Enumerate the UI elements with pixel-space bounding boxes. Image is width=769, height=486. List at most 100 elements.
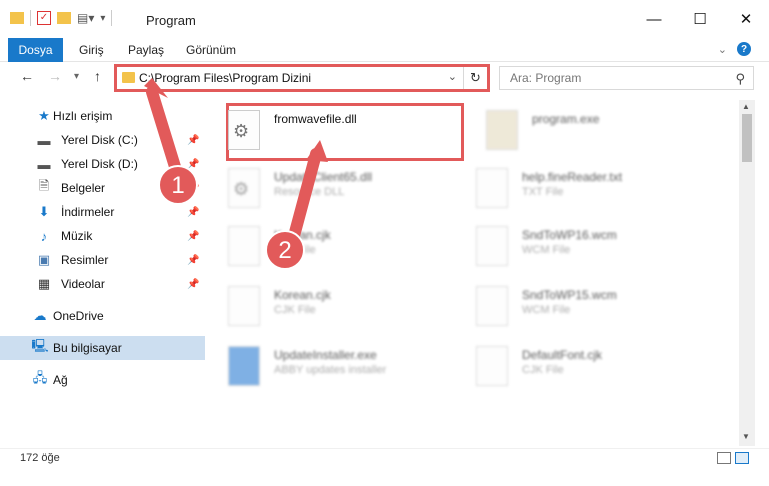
search-input[interactable]: Ara: Program (510, 71, 581, 85)
exe-file-icon (486, 110, 518, 150)
sidebar-item-label: Müzik (61, 229, 93, 243)
file-type: WCM File (522, 244, 571, 256)
download-icon: ⬇ (38, 204, 50, 219)
customize-dropdown-icon[interactable]: ▾ (100, 13, 105, 24)
pin-icon[interactable]: 📌 (187, 183, 199, 194)
properties-icon[interactable]: ✓ (37, 11, 51, 25)
file-name: Korean.cjk (274, 228, 331, 242)
details-view-icon[interactable] (717, 452, 731, 464)
file-name: SndToWP15.wcm (522, 288, 617, 302)
separator (111, 10, 113, 26)
installer-icon (228, 346, 260, 386)
sidebar-item-documents[interactable]: 🗎 Belgeler 📌 (0, 176, 205, 200)
close-button[interactable]: ✕ (723, 0, 769, 38)
file-type: CJK File (274, 304, 316, 316)
navigation-pane: ★ Hızlı erişim ▬ Yerel Disk (C:) 📌 ▬ Yer… (0, 100, 205, 442)
computer-icon: 🖳 (31, 338, 49, 353)
sidebar-item-this-pc[interactable]: 🖳 Bu bilgisayar (0, 336, 205, 360)
tab-home[interactable]: Giriş (79, 38, 104, 62)
large-icons-view-icon[interactable] (735, 452, 749, 464)
file-name: UpdateClient65.dll (274, 170, 373, 184)
file-name: fromwavefile.dll (274, 112, 357, 126)
sidebar-item-label: Resimler (61, 253, 109, 267)
file-type: CJK File (274, 244, 316, 256)
file-icon (228, 286, 260, 326)
item-count: 172 öğe (20, 452, 60, 464)
maximize-button[interactable]: ☐ (677, 0, 723, 38)
sidebar-item-label: Yerel Disk (C:) (61, 133, 138, 147)
file-item[interactable]: Korean.cjk CJK File (210, 280, 450, 334)
file-item[interactable]: SndToWP15.wcm WCM File (458, 280, 698, 334)
sidebar-item-music[interactable]: ♪ Müzik 📌 (0, 224, 205, 248)
file-item[interactable]: UpdateInstaller.exe ABBY updates install… (210, 340, 450, 394)
cloud-icon: ☁ (33, 308, 47, 323)
sidebar-item-label: OneDrive (53, 309, 104, 323)
file-list: fromwavefile.dll program.exe UpdateClien… (210, 100, 738, 442)
file-name: help.fineReader.txt (522, 170, 623, 184)
file-item[interactable]: UpdateClient65.dll Resource DLL (210, 162, 450, 216)
window-title: Program (146, 13, 196, 28)
sidebar-item-pictures[interactable]: ▣ Resimler 📌 (0, 248, 205, 272)
network-icon: 🖧 (32, 370, 48, 385)
sidebar-item-onedrive[interactable]: ☁ OneDrive (0, 304, 205, 328)
file-type: TXT File (522, 186, 564, 198)
document-icon: 🗎 (38, 178, 50, 193)
pin-icon[interactable]: 📌 (187, 279, 199, 290)
view-switcher (717, 452, 749, 464)
sidebar-item-downloads[interactable]: ⬇ İndirmeler 📌 (0, 200, 205, 224)
file-type: ABBY updates installer (274, 364, 387, 376)
video-icon: ▦ (37, 276, 51, 291)
pin-icon[interactable]: 📌 (187, 207, 199, 218)
sidebar-item-label: Hızlı erişim (53, 109, 113, 123)
tab-share[interactable]: Paylaş (128, 38, 164, 62)
sidebar-item-label: Belgeler (61, 181, 106, 195)
sidebar-item-videos[interactable]: ▦ Videolar 📌 (0, 272, 205, 296)
sidebar-item-label: İndirmeler (61, 205, 115, 219)
file-item[interactable]: Korean.cjk CJK File (210, 220, 450, 274)
sidebar-item-local-disk-d[interactable]: ▬ Yerel Disk (D:) 📌 (0, 152, 205, 176)
file-item[interactable]: program.exe (468, 104, 708, 158)
tab-file[interactable]: Dosya (8, 38, 63, 62)
picture-icon: ▣ (37, 252, 51, 267)
address-highlight-box (114, 64, 490, 92)
scroll-up-icon[interactable]: ▲ (742, 102, 750, 111)
sidebar-item-quick-access[interactable]: ★ Hızlı erişim (0, 104, 205, 128)
tab-view[interactable]: Görünüm (186, 38, 236, 62)
file-item-fromwavefile-dll[interactable]: fromwavefile.dll (210, 104, 450, 158)
file-name: DefaultFont.cjk (522, 348, 603, 362)
pin-icon[interactable]: 📌 (187, 135, 199, 146)
window-controls: — ☐ ✕ (631, 0, 769, 38)
file-item[interactable]: help.fineReader.txt TXT File (458, 162, 698, 216)
dll-file-icon (228, 110, 260, 150)
separator (30, 10, 31, 26)
ribbon-controls: ⌄ ? (718, 42, 751, 56)
expand-ribbon-icon[interactable]: ⌄ (718, 43, 727, 56)
up-arrow-icon[interactable]: ↑ (94, 68, 101, 84)
disk-icon: ▬ (37, 156, 51, 172)
recent-locations-icon[interactable]: ▾ (74, 71, 79, 82)
search-box[interactable]: Ara: Program ⚲ (499, 66, 754, 90)
file-type: CJK File (522, 364, 564, 376)
new-folder-icon[interactable] (57, 12, 71, 24)
disk-icon: ▬ (37, 132, 51, 148)
sidebar-item-network[interactable]: 🖧 Ağ (0, 368, 205, 392)
file-name: SndToWP16.wcm (522, 228, 617, 242)
view-options-icon[interactable]: ▤▾ (77, 11, 94, 25)
back-arrow-icon[interactable]: ← (20, 68, 34, 84)
file-item[interactable]: SndToWP16.wcm WCM File (458, 220, 698, 274)
pin-icon[interactable]: 📌 (187, 255, 199, 266)
sidebar-item-local-disk-c[interactable]: ▬ Yerel Disk (C:) 📌 (0, 128, 205, 152)
file-item[interactable]: DefaultFont.cjk CJK File (458, 340, 698, 394)
file-type: WCM File (522, 304, 571, 316)
vertical-scrollbar[interactable]: ▲ ▼ (739, 100, 755, 446)
file-icon (228, 226, 260, 266)
help-icon[interactable]: ? (737, 42, 751, 56)
scroll-thumb[interactable] (742, 114, 752, 162)
minimize-button[interactable]: — (631, 0, 677, 38)
pin-icon[interactable]: 📌 (187, 231, 199, 242)
search-icon[interactable]: ⚲ (735, 71, 745, 87)
pin-icon[interactable]: 📌 (187, 159, 199, 170)
scroll-down-icon[interactable]: ▼ (742, 432, 750, 441)
forward-arrow-icon[interactable]: → (48, 68, 62, 84)
folder-icon (10, 12, 24, 24)
